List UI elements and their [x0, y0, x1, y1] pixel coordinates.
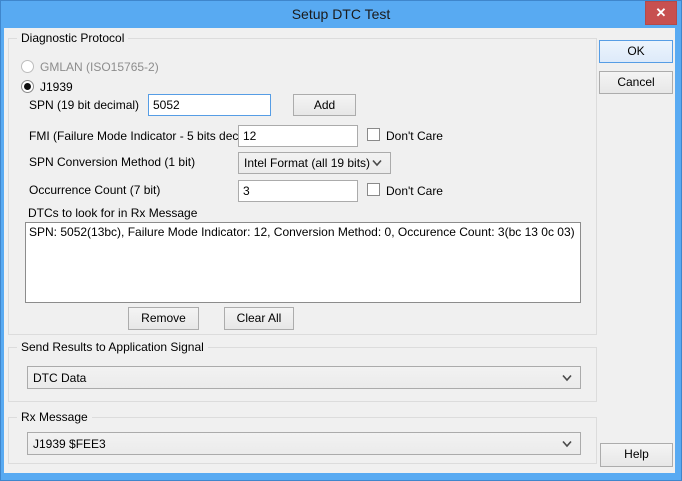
diagnostic-protocol-group: Diagnostic Protocol GMLAN (ISO15765-2) J…: [8, 38, 597, 335]
fmi-label: FMI (Failure Mode Indicator - 5 bits dec…: [29, 129, 264, 143]
ok-button[interactable]: OK: [599, 40, 673, 63]
rx-message-group-label: Rx Message: [17, 410, 92, 424]
close-icon: ✕: [656, 5, 667, 20]
spn-label: SPN (19 bit decimal): [29, 98, 139, 112]
fmi-dont-care-label: Don't Care: [386, 129, 443, 143]
occurrence-dont-care-label: Don't Care: [386, 184, 443, 198]
spn-input[interactable]: [148, 94, 271, 116]
clear-all-button[interactable]: Clear All: [224, 307, 294, 330]
fmi-dont-care-checkbox[interactable]: [367, 128, 380, 141]
send-results-value: DTC Data: [33, 371, 86, 385]
dtc-list-item[interactable]: SPN: 5052(13bc), Failure Mode Indicator:…: [26, 223, 580, 241]
j1939-radio-label: J1939: [40, 80, 73, 94]
fmi-input[interactable]: [238, 125, 358, 147]
remove-button[interactable]: Remove: [128, 307, 199, 330]
j1939-radio[interactable]: [21, 80, 34, 93]
gmlan-radio-label: GMLAN (ISO15765-2): [40, 60, 159, 74]
dialog-client-area: Diagnostic Protocol GMLAN (ISO15765-2) J…: [4, 28, 675, 473]
dialog-title: Setup DTC Test: [0, 0, 682, 28]
occurrence-count-label: Occurrence Count (7 bit): [29, 183, 160, 197]
occurrence-count-input[interactable]: [238, 180, 358, 202]
rx-message-value: J1939 $FEE3: [33, 437, 106, 451]
chevron-down-icon: [372, 160, 382, 167]
gmlan-radio: [21, 60, 34, 73]
close-button[interactable]: ✕: [645, 1, 677, 25]
send-results-dropdown[interactable]: DTC Data: [27, 366, 581, 389]
dtc-listbox[interactable]: SPN: 5052(13bc), Failure Mode Indicator:…: [25, 222, 581, 303]
chevron-down-icon: [562, 374, 572, 381]
rx-message-dropdown[interactable]: J1939 $FEE3: [27, 432, 581, 455]
send-results-group-label: Send Results to Application Signal: [17, 340, 208, 354]
occurrence-dont-care-checkbox[interactable]: [367, 183, 380, 196]
dtc-list-label: DTCs to look for in Rx Message: [28, 206, 197, 220]
rx-message-group: Rx Message J1939 $FEE3: [8, 417, 597, 464]
conversion-method-dropdown[interactable]: Intel Format (all 19 bits): [238, 152, 391, 174]
diagnostic-protocol-group-label: Diagnostic Protocol: [17, 31, 128, 45]
conversion-method-label: SPN Conversion Method (1 bit): [29, 155, 195, 169]
title-bar[interactable]: Setup DTC Test ✕: [0, 0, 682, 28]
chevron-down-icon: [562, 440, 572, 447]
add-button[interactable]: Add: [293, 94, 356, 116]
setup-dtc-test-dialog: Setup DTC Test ✕ Diagnostic Protocol GML…: [0, 0, 682, 481]
cancel-button[interactable]: Cancel: [599, 71, 673, 94]
help-button[interactable]: Help: [600, 443, 673, 467]
conversion-method-value: Intel Format (all 19 bits): [244, 156, 370, 170]
send-results-group: Send Results to Application Signal DTC D…: [8, 347, 597, 402]
